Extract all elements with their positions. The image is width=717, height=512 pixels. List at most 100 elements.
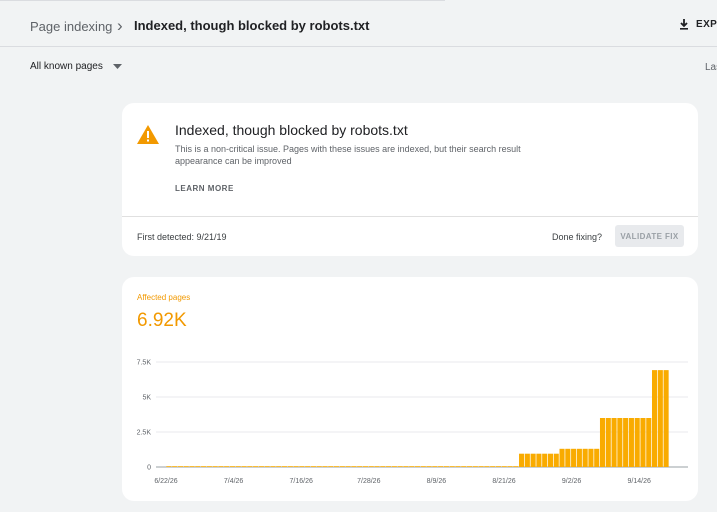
chart-bar [426,466,432,467]
warning-icon [137,125,159,144]
chart-bar [646,418,652,467]
dropdown-arrow-icon [112,64,122,69]
chart-bar [409,466,415,467]
affected-pages-chart: 0 2.5K 5K 7.5K 6/22/26 7/4/26 7/16/26 7/28/26 8/… [137,360,688,485]
chart-bar [322,466,328,467]
chart-bar [201,466,207,467]
chart-bar [495,466,501,467]
chart-bar [247,466,253,467]
chart-bar [374,466,380,467]
chart-bar [449,466,455,467]
chart-bar [588,448,594,467]
x-tick-label: 7/4/26 [224,478,244,485]
chart-bar [582,448,588,467]
issue-card: Indexed, though blocked by robots.txt Th… [122,103,698,256]
chart-bar [443,466,449,467]
export-button[interactable]: EXPO [678,18,717,30]
chart-bar [547,453,554,467]
breadcrumb-separator: › [117,16,123,35]
chart-bar [628,418,634,467]
chart-bar [172,466,178,467]
chart-bar [432,466,438,467]
y-tick-label: 0 [147,465,151,472]
learn-more-link[interactable]: LEARN MORE [175,184,234,193]
chart-bar [571,448,577,467]
chart-bar [229,466,236,467]
page-title: Indexed, though blocked by robots.txt [134,18,370,33]
y-tick-label: 5K [142,395,151,402]
chart-bar [536,453,542,467]
chart-bar [241,466,247,467]
last-updated-label: Las [705,62,717,73]
chart-bar [270,466,276,467]
chart-bar [513,466,519,467]
chart-bar [490,466,496,467]
page-filter-dropdown[interactable]: All known pages [30,61,122,72]
chart-bar [501,466,507,467]
chart-bar [623,418,629,467]
chart-bar [218,466,224,467]
chart-bar [455,466,461,467]
chart-bar [287,466,293,467]
chart-bar [380,466,386,467]
x-tick-label: 7/16/26 [290,478,313,485]
x-tick-label: 8/9/26 [427,478,447,485]
chart-bar [386,466,392,467]
export-label: EXPO [696,18,717,30]
download-icon [680,19,688,30]
chart-bar [466,466,473,467]
validate-fix-button[interactable]: VALIDATE FIX [615,225,684,247]
chart-bar [652,370,658,467]
chart-bar [253,466,259,467]
x-tick-label: 7/28/26 [357,478,380,485]
chart-bar [420,466,426,467]
chart-bar [559,448,565,467]
chart-bar [293,466,299,467]
chart-bar [438,466,444,467]
chart-bar [183,466,189,467]
chart-bar [576,448,582,467]
chart-bar [368,466,374,467]
chart-bar [599,418,606,467]
chart-bar [235,466,241,467]
chart-bar [397,466,403,467]
chart-bar [519,453,525,467]
chart-bar [276,466,282,467]
chart-bar [351,466,357,467]
chart-bar [258,466,264,467]
chart-bar [461,466,467,467]
affected-pages-card: Affected pages 6.92K 0 2.5K 5K 7.5K 6/22/26 7… [122,277,698,501]
chart-bar [310,466,316,467]
chart-bar [281,466,288,467]
chart-bar [634,418,640,467]
chart-bar [316,466,322,467]
chart-bar [617,418,623,467]
chart-bar [507,466,513,467]
chart-bar [357,466,363,467]
chart-bar [299,466,305,467]
card-divider [122,216,698,217]
chart-bar [305,466,311,467]
chart-bar [177,466,183,467]
done-fixing-label: Done fixing? [552,232,603,242]
chart-bar [611,418,617,467]
chart-bar [339,466,345,467]
chart-bar [657,370,663,467]
chart-bar [640,418,646,467]
breadcrumb-page-indexing[interactable]: Page indexing [30,19,112,34]
top-divider [0,0,445,1]
chart-bar [478,466,484,467]
filter-selected-value: All known pages [30,61,103,72]
chart-bar [414,466,421,467]
chart-bar [189,466,195,467]
chart-bar [334,466,340,467]
chart-bar [553,453,559,467]
chart-bar [472,466,478,467]
chart-bar [362,466,369,467]
chart-bar [524,453,530,467]
issue-title: Indexed, though blocked by robots.txt [175,122,408,138]
chart-bar [530,453,536,467]
issue-description: This is a non-critical issue. Pages with… [175,144,521,166]
chart-bar [403,466,409,467]
chart-bar [166,466,172,467]
